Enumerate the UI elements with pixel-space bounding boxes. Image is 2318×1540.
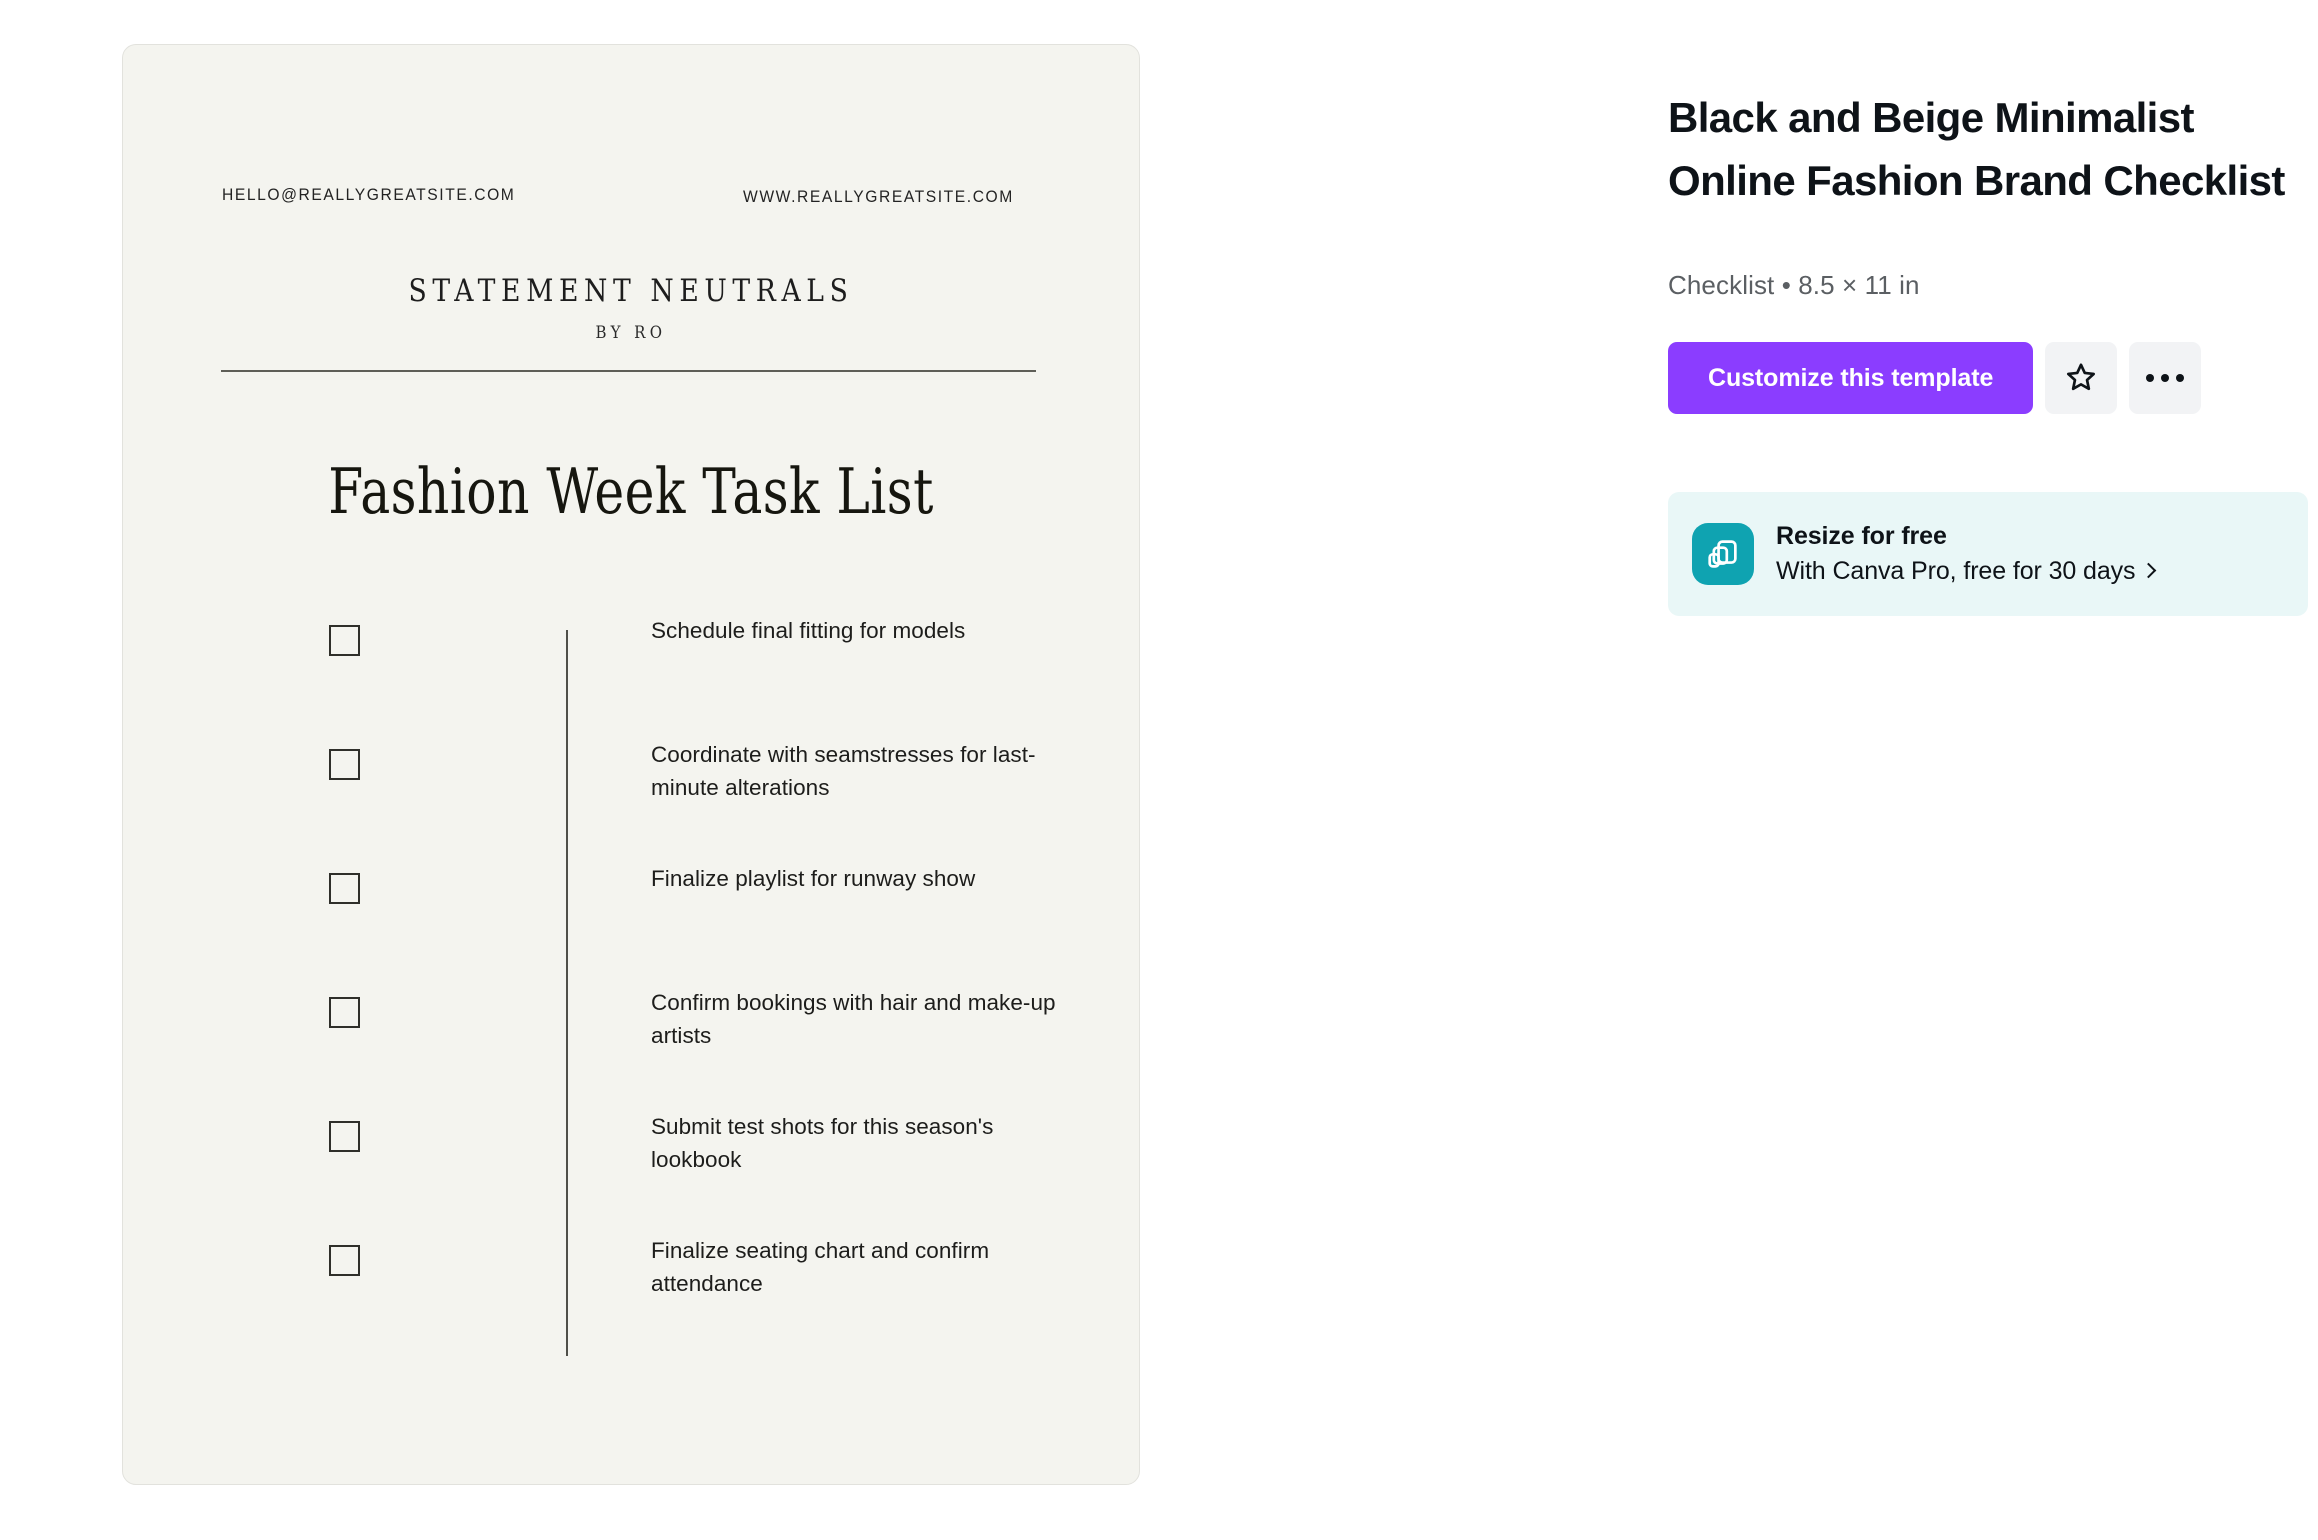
more-horizontal-icon (2146, 374, 2185, 382)
checkbox-icon[interactable] (329, 749, 360, 780)
checkbox-icon[interactable] (329, 1245, 360, 1276)
checklist-item-label: Submit test shots for this season's look… (651, 1114, 994, 1172)
checklist-row: Coordinate with seamstresses for last-mi… (221, 722, 1041, 806)
customize-template-button[interactable]: Customize this template (1668, 342, 2034, 414)
checklist-item-label: Coordinate with seamstresses for last-mi… (651, 742, 1036, 800)
template-meta-text: Checklist • 8.5 × 11 in (1668, 270, 1920, 300)
template-main-title: Fashion Week Task List (328, 455, 934, 528)
resize-promo-title: Resize for free (1776, 522, 1947, 550)
template-preview-pane: HELLO@REALLYGREATSITE.COM WWW.REALLYGREA… (0, 0, 1640, 1540)
resize-for-free-promo[interactable]: Resize for free With Canva Pro, free for… (1668, 492, 2308, 616)
checkbox-icon[interactable] (329, 873, 360, 904)
more-options-button[interactable] (2129, 342, 2202, 414)
template-brand-byline: BY RO (595, 323, 667, 343)
template-brand-name: STATEMENT NEUTRALS (408, 273, 854, 309)
chevron-right-icon (2141, 562, 2157, 579)
checkbox-icon[interactable] (329, 625, 360, 656)
page-title: Black and Beige Minimalist Online Fashio… (1668, 94, 2285, 205)
resize-promo-subtitle: With Canva Pro, free for 30 days (1776, 557, 2136, 585)
template-website-text: WWW.REALLYGREATSITE.COM (743, 187, 1014, 206)
template-checklist: Schedule final fitting for models Coordi… (221, 598, 1056, 1356)
checklist-row: Finalize seating chart and confirm atten… (221, 1218, 1041, 1302)
checklist-row: Confirm bookings with hair and make-up a… (221, 970, 1056, 1054)
checkbox-icon[interactable] (329, 997, 360, 1028)
template-info-pane: Black and Beige Minimalist Online Fashio… (1640, 0, 2318, 1540)
resize-icon (1692, 523, 1754, 585)
checklist-row: Finalize playlist for runway show (221, 846, 1041, 930)
star-icon (2064, 360, 2098, 397)
template-preview-card[interactable]: HELLO@REALLYGREATSITE.COM WWW.REALLYGREA… (122, 44, 1140, 1485)
checklist-row: Submit test shots for this season's look… (221, 1094, 1041, 1178)
action-button-row: Customize this template (1668, 342, 2202, 414)
favorite-button[interactable] (2045, 342, 2118, 414)
template-horizontal-rule (221, 370, 1036, 372)
template-email-text: HELLO@REALLYGREATSITE.COM (222, 185, 516, 204)
checkbox-icon[interactable] (329, 1121, 360, 1152)
checklist-item-label: Schedule final fitting for models (651, 618, 966, 643)
resize-promo-subtitle-row: With Canva Pro, free for 30 days (1776, 553, 2157, 589)
checklist-item-label: Finalize seating chart and confirm atten… (651, 1238, 990, 1296)
checklist-item-label: Finalize playlist for runway show (651, 866, 976, 891)
resize-promo-texts: Resize for free With Canva Pro, free for… (1776, 519, 2157, 589)
checklist-row: Schedule final fitting for models (221, 598, 1041, 682)
checklist-item-label: Confirm bookings with hair and make-up a… (651, 990, 1056, 1048)
